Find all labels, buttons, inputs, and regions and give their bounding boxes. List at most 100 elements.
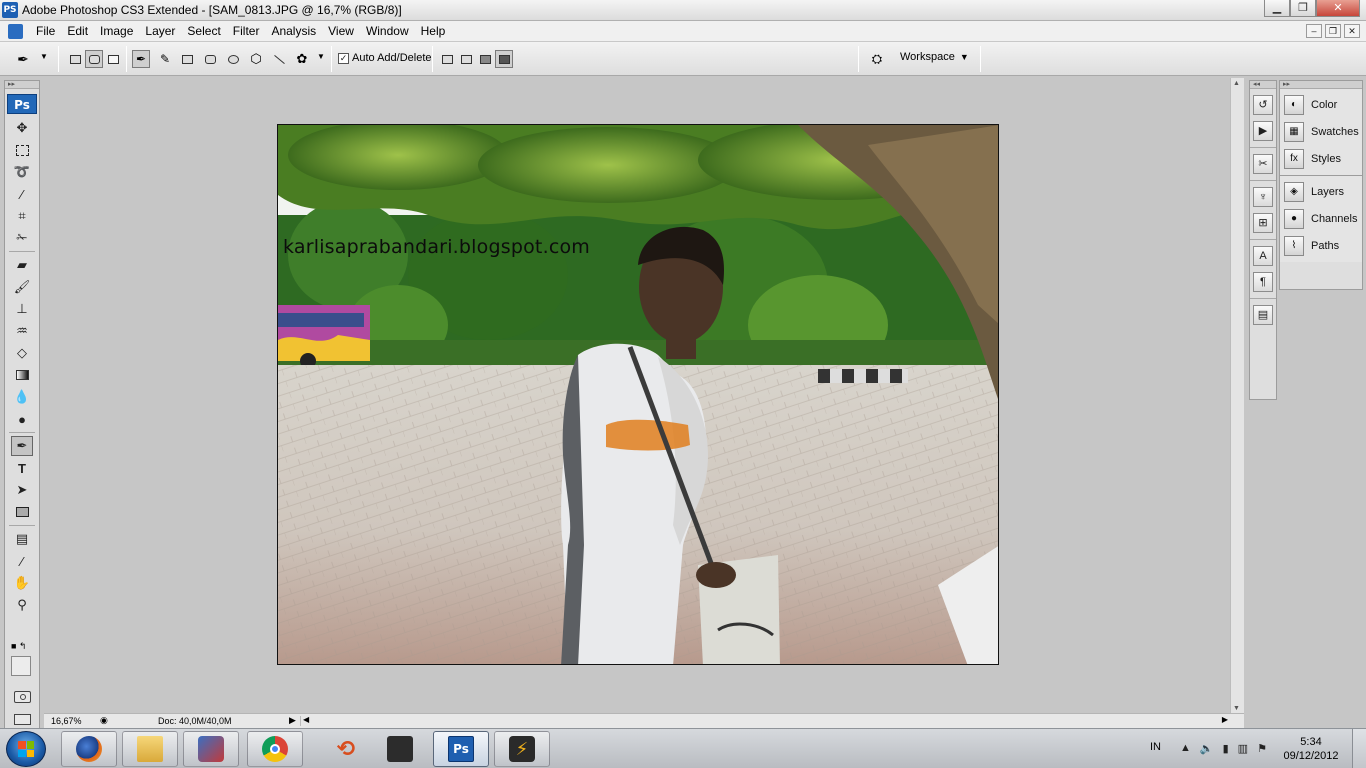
foreground-color-swatch[interactable]: [11, 656, 31, 676]
menu-select[interactable]: Select: [181, 24, 226, 38]
show-hidden-icons-icon[interactable]: ▲: [1180, 742, 1191, 755]
taskbar-google-chrome[interactable]: [247, 731, 303, 767]
history-panel-button[interactable]: ↺: [1253, 95, 1273, 115]
clone-stamp-tool[interactable]: ⊥: [11, 299, 33, 319]
zoom-level[interactable]: 16,67%: [51, 716, 82, 726]
screen-mode-button[interactable]: [14, 714, 31, 725]
slice-tool[interactable]: ✁: [11, 228, 33, 248]
channels-panel-tab[interactable]: ● Channels: [1280, 205, 1362, 232]
swatches-panel-tab[interactable]: ▦ Swatches: [1280, 118, 1362, 145]
default-colors-icon[interactable]: ■ ↰: [11, 641, 26, 652]
healing-brush-tool[interactable]: ▰: [11, 255, 33, 275]
network-icon[interactable]: ▥: [1238, 742, 1248, 755]
paths-panel-tab[interactable]: ⌇ Paths: [1280, 232, 1362, 259]
language-indicator[interactable]: IN: [1150, 741, 1161, 753]
maximize-button[interactable]: ❐: [1290, 0, 1316, 17]
hand-tool[interactable]: ✋: [11, 573, 33, 593]
pen-tool[interactable]: ✒: [11, 436, 33, 456]
combine-add-button[interactable]: [438, 50, 456, 68]
menu-help[interactable]: Help: [415, 24, 452, 38]
shape-layers-button[interactable]: [66, 50, 84, 68]
workspace-dropdown[interactable]: Workspace ▼: [900, 51, 969, 63]
blur-tool[interactable]: 💧: [11, 387, 33, 407]
layers-panel-tab[interactable]: ◈ Layers: [1280, 178, 1362, 205]
rounded-rectangle-button[interactable]: [201, 50, 219, 68]
layer-comps-button[interactable]: ▤: [1253, 305, 1273, 325]
polygon-button[interactable]: ⬡: [247, 50, 265, 68]
battery-icon[interactable]: ▮: [1223, 742, 1229, 755]
eraser-tool[interactable]: ◇: [11, 343, 33, 363]
volume-icon[interactable]: 🔈: [1200, 742, 1214, 755]
rectangle-shape-button[interactable]: [178, 50, 196, 68]
pen-mode-button[interactable]: ✒: [132, 50, 150, 68]
clock[interactable]: 5:34 09/12/2012: [1280, 735, 1342, 763]
taskbar-firefox[interactable]: [61, 731, 117, 767]
gradient-tool[interactable]: [11, 365, 33, 385]
ellipse-button[interactable]: [224, 50, 242, 68]
paths-mode-button[interactable]: [85, 50, 103, 68]
combine-intersect-button[interactable]: [476, 50, 494, 68]
eyedropper-tool[interactable]: ⁄: [11, 551, 33, 571]
menu-view[interactable]: View: [322, 24, 360, 38]
doc-restore-button[interactable]: ❐: [1325, 24, 1341, 38]
marquee-tool[interactable]: [11, 140, 33, 160]
taskbar-windows-explorer[interactable]: [122, 731, 178, 767]
character-panel-button[interactable]: A: [1253, 246, 1273, 266]
tool-presets-button[interactable]: ✂: [1253, 154, 1273, 174]
photoshop-app-icon[interactable]: PS: [2, 2, 18, 18]
doc-preview-icon[interactable]: ◉: [100, 715, 108, 726]
notes-tool[interactable]: ▤: [11, 529, 33, 549]
bridge-button[interactable]: ⛭: [866, 50, 888, 68]
scroll-down-icon[interactable]: ▼: [1233, 705, 1240, 712]
taskbar-paint-editor[interactable]: [183, 731, 239, 767]
dock-grip[interactable]: ◂◂: [1250, 81, 1276, 89]
brush-tool[interactable]: 🖌: [11, 277, 33, 297]
styles-panel-tab[interactable]: fx Styles: [1280, 145, 1362, 172]
quick-mask-button[interactable]: [14, 691, 31, 703]
fill-pixels-button[interactable]: [104, 50, 122, 68]
menu-analysis[interactable]: Analysis: [265, 24, 322, 38]
menu-filter[interactable]: Filter: [227, 24, 266, 38]
line-button[interactable]: [270, 50, 288, 68]
lasso-tool[interactable]: ➰: [11, 162, 33, 182]
combine-subtract-button[interactable]: [457, 50, 475, 68]
zoom-tool[interactable]: ⚲: [11, 595, 33, 615]
geometry-options-arrow[interactable]: ▼: [317, 52, 325, 70]
taskbar-winamp[interactable]: ⚡: [494, 731, 550, 767]
dodge-tool[interactable]: ●: [11, 409, 33, 429]
doc-close-button[interactable]: ✕: [1344, 24, 1360, 38]
color-panel-tab[interactable]: ◐ Color: [1280, 91, 1362, 118]
minimize-button[interactable]: ▁: [1264, 0, 1290, 17]
taskbar-camera-app[interactable]: [372, 731, 428, 767]
history-brush-tool[interactable]: ♒: [11, 321, 33, 341]
action-center-flag-icon[interactable]: ⚑: [1257, 742, 1267, 755]
path-selection-tool[interactable]: ➤: [11, 480, 33, 500]
preset-dropdown-arrow[interactable]: ▼: [40, 52, 48, 70]
horizontal-scrollbar[interactable]: ◀ ▶: [300, 715, 1230, 726]
brushes-panel-button[interactable]: ♆: [1253, 187, 1273, 207]
clone-source-button[interactable]: ⊞: [1253, 213, 1273, 233]
show-desktop-button[interactable]: [1352, 729, 1366, 768]
menu-image[interactable]: Image: [94, 24, 139, 38]
taskbar-media-app[interactable]: ⟲: [318, 731, 374, 767]
scroll-up-icon[interactable]: ▲: [1233, 80, 1240, 87]
menu-file[interactable]: File: [30, 24, 61, 38]
start-button[interactable]: [6, 731, 46, 767]
document-icon[interactable]: [8, 24, 23, 39]
crop-tool[interactable]: ⌗: [11, 206, 33, 226]
paragraph-panel-button[interactable]: ¶: [1253, 272, 1273, 292]
status-menu-arrow-icon[interactable]: ▶: [289, 715, 296, 726]
auto-add-delete[interactable]: ✓ Auto Add/Delete: [338, 52, 432, 64]
doc-minimize-button[interactable]: –: [1306, 24, 1322, 38]
pen-preset-picker[interactable]: ✒: [14, 50, 32, 68]
magic-wand-tool[interactable]: ⁄: [11, 184, 33, 204]
combine-exclude-button[interactable]: [495, 50, 513, 68]
taskbar-photoshop[interactable]: Ps: [433, 731, 489, 767]
freeform-pen-button[interactable]: ✎: [156, 50, 174, 68]
actions-panel-button[interactable]: ▶: [1253, 121, 1273, 141]
toolbox-grip[interactable]: ▸▸: [5, 81, 39, 89]
vertical-scrollbar[interactable]: ▲ ▼: [1230, 78, 1244, 714]
panels-grip[interactable]: ▸▸: [1280, 81, 1362, 89]
scroll-left-icon[interactable]: ◀: [303, 715, 309, 724]
menu-window[interactable]: Window: [360, 24, 415, 38]
